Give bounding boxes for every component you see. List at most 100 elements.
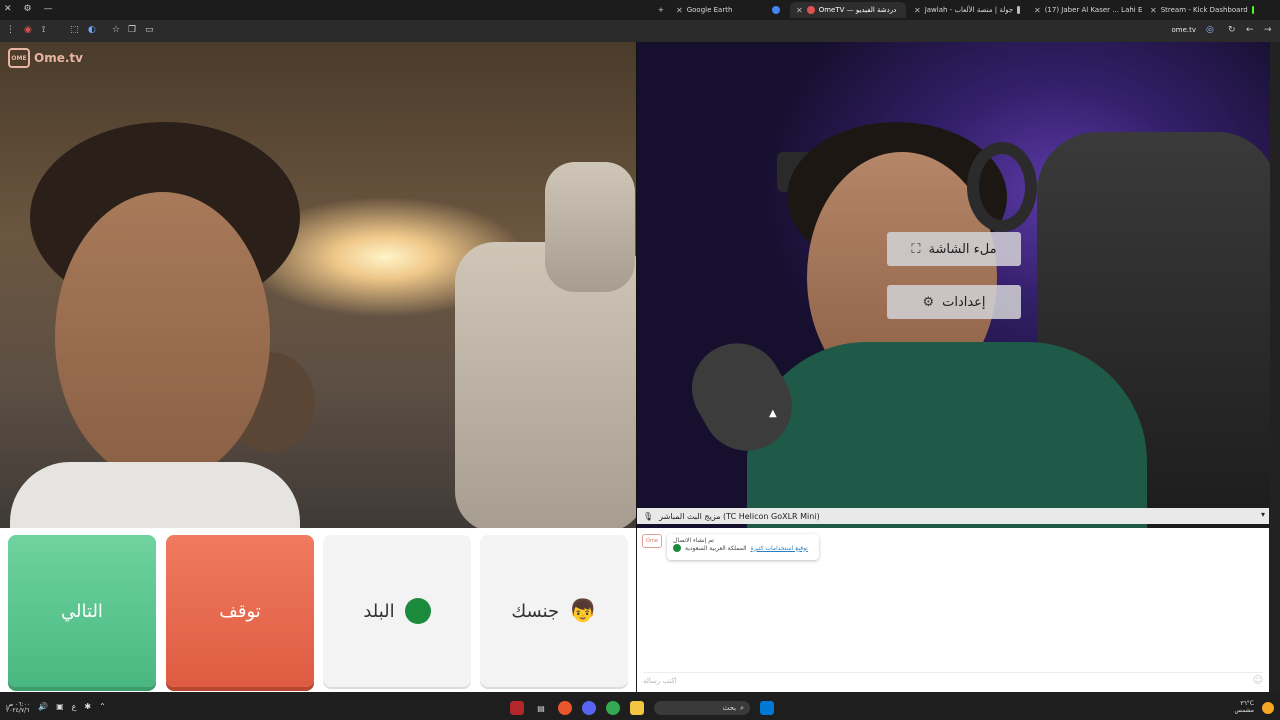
chevron-up-icon[interactable]: ⌃ bbox=[99, 702, 106, 714]
report-link[interactable]: توقيع استخدامات كثيرة bbox=[751, 545, 808, 552]
network-icon[interactable]: ▣ bbox=[56, 702, 64, 714]
headphones bbox=[967, 142, 1037, 232]
settings-button[interactable]: ⚙ إعدادات bbox=[887, 285, 1021, 319]
taskbar-search[interactable]: بحث ⌕ bbox=[654, 701, 750, 715]
firefox-icon[interactable] bbox=[558, 701, 572, 715]
emoji-icon[interactable]: ☺ bbox=[1253, 675, 1263, 686]
address-bar[interactable]: ome.tv bbox=[1171, 26, 1196, 34]
logo-text: Ome.tv bbox=[34, 51, 83, 65]
back-icon[interactable]: → bbox=[1264, 25, 1272, 35]
fullscreen-label: ملء الشاشة bbox=[928, 241, 997, 257]
share-icon[interactable]: ⬚ bbox=[70, 25, 79, 35]
copy-icon[interactable]: ❐ bbox=[128, 25, 136, 35]
chat-controls: التالي توقف البلد جنسك 👦 bbox=[0, 528, 636, 692]
reload-icon[interactable]: ↻ bbox=[1228, 25, 1236, 35]
tab-label: (17) Jaber Al Kaser ... Lahi Ent bbox=[1044, 6, 1142, 14]
next-label: التالي bbox=[61, 600, 103, 622]
boy-emoji-icon: 👦 bbox=[569, 598, 597, 624]
message-input[interactable]: اكتب رسالة bbox=[643, 672, 1263, 688]
logo-box: OME bbox=[8, 48, 30, 68]
tab-label: Google Earth bbox=[686, 6, 733, 14]
system-message: تم إنشاء الاتصال المملكة العربية السعودي… bbox=[667, 534, 819, 560]
volume-icon[interactable]: 🔊 bbox=[38, 702, 48, 714]
taskbar: ٠٦:٠٠ ص ٢٠٢٤/٧/٦ 🔊 ▣ ع ✱ ⌃ ▤ بحث ⌕ ٣٦°C … bbox=[0, 698, 1280, 720]
google-earth-favicon-icon bbox=[772, 6, 780, 14]
windows-start-icon[interactable] bbox=[760, 701, 774, 715]
person-shirt bbox=[10, 462, 300, 528]
self-video: ⛶ ملء الشاشة ⚙ إعدادات ▲ bbox=[637, 42, 1280, 528]
kick-favicon-icon bbox=[1251, 6, 1254, 14]
browser-toolbar: ⋮ ◉ ⟟ ⬚ ◐ ☆ ❐ ▭ ome.tv ◎ ↻ ← → bbox=[0, 20, 1280, 42]
search-label: بحث bbox=[722, 704, 737, 712]
saudi-flag-icon bbox=[404, 598, 431, 624]
file-explorer-icon[interactable] bbox=[630, 701, 644, 715]
person-face bbox=[55, 192, 270, 482]
clock-date: ٢٠٢٤/٧/٦ bbox=[6, 707, 30, 714]
stop-button[interactable]: توقف bbox=[166, 535, 314, 687]
tab-close-icon[interactable]: ✕ bbox=[1150, 6, 1157, 15]
system-tray: ٠٦:٠٠ ص ٢٠٢٤/٧/٦ 🔊 ▣ ع ✱ ⌃ bbox=[6, 702, 106, 714]
jawlah-favicon-icon bbox=[1017, 6, 1020, 14]
tab-kick[interactable]: ✕ Stream - Kick Dashboard bbox=[1144, 2, 1260, 18]
country-label: البلد bbox=[363, 600, 395, 622]
extension-icon[interactable]: ⟟ bbox=[42, 25, 45, 35]
tab-ometv[interactable]: ✕ OmeTV — دردشة الفيديو bbox=[790, 2, 906, 18]
site-info-icon[interactable]: ◎ bbox=[1206, 25, 1214, 35]
microphone-icon: 🎙 bbox=[643, 511, 654, 521]
forward-icon[interactable]: ← bbox=[1246, 25, 1254, 35]
recorder-app-icon[interactable] bbox=[510, 701, 524, 715]
next-button[interactable]: التالي bbox=[8, 535, 156, 687]
fullscreen-icon: ⛶ bbox=[911, 241, 921, 257]
discord-icon[interactable] bbox=[582, 701, 596, 715]
microphone-select[interactable]: 🎙 مزيج البث المباشر (TC Helicon GoXLR Mi… bbox=[637, 508, 1269, 524]
gear-icon: ⚙ bbox=[922, 294, 935, 310]
sun-icon bbox=[1262, 701, 1274, 714]
country-button[interactable]: البلد bbox=[323, 535, 471, 687]
bookmark-star-icon[interactable]: ☆ bbox=[112, 25, 120, 35]
settings-label: إعدادات bbox=[942, 294, 986, 310]
fullscreen-button[interactable]: ⛶ ملء الشاشة bbox=[887, 232, 1021, 266]
tab-google-earth[interactable]: ✕ Google Earth bbox=[670, 2, 786, 18]
tab-jawlah[interactable]: ✕ Jawlah - جولة | منصة الألعاب bbox=[908, 2, 1026, 18]
translate-icon[interactable]: ◐ bbox=[88, 25, 96, 35]
weather-widget[interactable]: ٣٦°C مشمس bbox=[1234, 700, 1274, 714]
ometv-logo: OME Ome.tv bbox=[8, 48, 83, 68]
gender-label: جنسك bbox=[511, 600, 560, 622]
chevron-down-icon: ▾ bbox=[1260, 510, 1265, 519]
tab-close-icon[interactable]: ✕ bbox=[1034, 6, 1041, 15]
person-shirt bbox=[747, 342, 1147, 528]
chrome-icon[interactable] bbox=[606, 701, 620, 715]
minimize-icon[interactable]: — bbox=[44, 4, 53, 14]
tab-close-icon[interactable]: ✕ bbox=[676, 6, 683, 15]
new-tab-button[interactable]: + bbox=[652, 2, 670, 18]
taskbar-apps: ▤ بحث ⌕ bbox=[510, 701, 774, 715]
recording-icon bbox=[806, 6, 815, 14]
chat-panel: Ome تم إنشاء الاتصال المملكة العربية الس… bbox=[637, 528, 1269, 692]
tab-label: OmeTV — دردشة الفيديو bbox=[818, 6, 897, 14]
tab-close-icon[interactable]: ✕ bbox=[914, 6, 921, 15]
clock[interactable]: ٠٦:٠٠ ص ٢٠٢٤/٧/٦ bbox=[6, 702, 30, 714]
bluetooth-icon[interactable]: ✱ bbox=[84, 702, 91, 714]
window-menu-icon[interactable]: ⚙ bbox=[24, 4, 32, 14]
record-icon[interactable]: ◉ bbox=[24, 25, 32, 35]
stop-label: توقف bbox=[219, 600, 261, 622]
search-icon: ⌕ bbox=[740, 703, 744, 712]
menu-dots-icon[interactable]: ⋮ bbox=[6, 25, 15, 35]
task-view-icon[interactable]: ▤ bbox=[534, 701, 548, 715]
tab-youtube[interactable]: ✕ (17) Jaber Al Kaser ... Lahi Ent bbox=[1028, 2, 1142, 18]
video-stage: OME Ome.tv ⛶ ملء الشاشة ⚙ إعدادات ▲ bbox=[0, 42, 1280, 528]
ometv-avatar: Ome bbox=[642, 534, 662, 548]
language-indicator[interactable]: ع bbox=[72, 702, 77, 714]
scrollbar[interactable] bbox=[1270, 42, 1280, 692]
cast-icon[interactable]: ▭ bbox=[145, 25, 154, 35]
weather-text: مشمس bbox=[1234, 706, 1254, 714]
gender-button[interactable]: جنسك 👦 bbox=[480, 535, 628, 687]
car-headrest bbox=[545, 162, 635, 292]
window-controls: ✕ ⚙ — bbox=[4, 4, 53, 14]
close-window-icon[interactable]: ✕ bbox=[4, 4, 12, 14]
tab-label: Jawlah - جولة | منصة الألعاب bbox=[924, 6, 1014, 14]
microphone-label: مزيج البث المباشر (TC Helicon GoXLR Mini… bbox=[659, 511, 820, 521]
browser-tab-strip: ✕ ⚙ — + ✕ Google Earth ✕ OmeTV — دردشة ا… bbox=[0, 0, 1280, 20]
tab-close-icon[interactable]: ✕ bbox=[796, 6, 803, 15]
stranger-video: OME Ome.tv bbox=[0, 42, 636, 528]
